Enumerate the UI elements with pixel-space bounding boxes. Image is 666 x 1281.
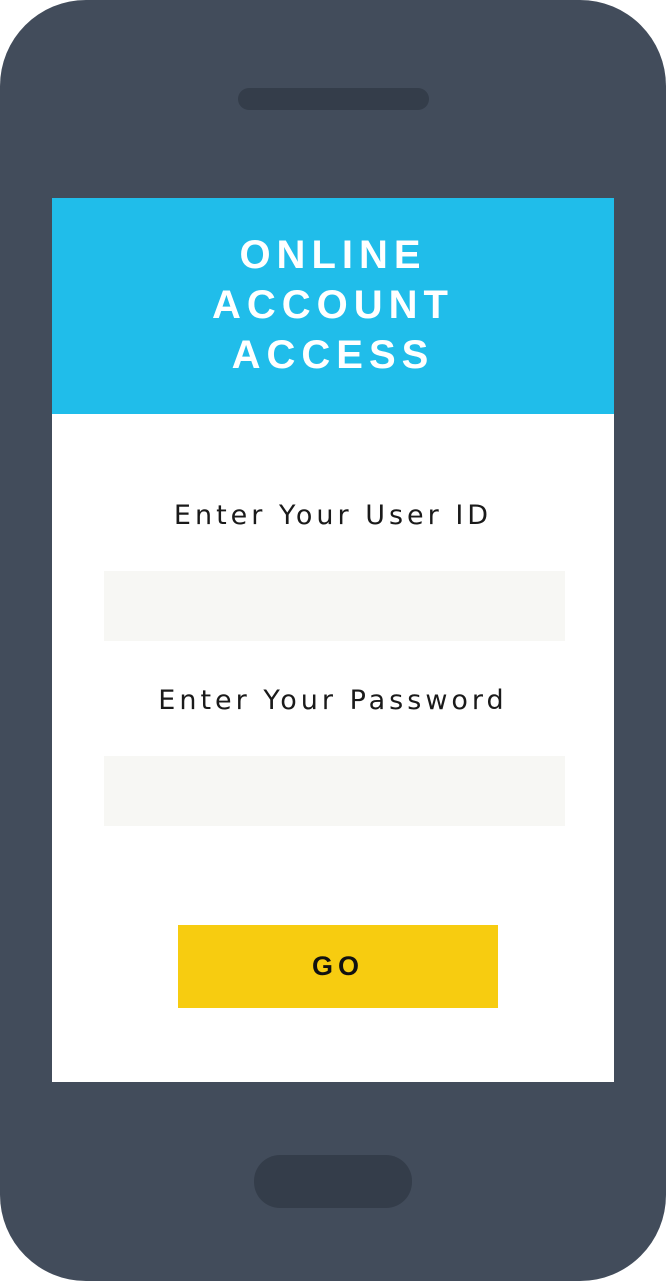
phone-screen: ONLINE ACCOUNT ACCESS Enter Your User ID… <box>52 198 614 1082</box>
home-button[interactable] <box>254 1155 412 1208</box>
title-line-1: ONLINE <box>239 233 427 277</box>
password-label: Enter Your Password <box>158 685 508 716</box>
go-button[interactable]: GO <box>178 925 498 1008</box>
password-field[interactable] <box>104 756 565 826</box>
phone-speaker <box>238 88 429 110</box>
title-line-3: ACCESS <box>231 333 435 377</box>
page-title: ONLINE ACCOUNT ACCESS <box>52 230 614 380</box>
title-line-2: ACCOUNT <box>212 283 454 327</box>
user-id-field[interactable] <box>104 571 565 641</box>
user-id-label: Enter Your User ID <box>173 500 493 531</box>
header-banner: ONLINE ACCOUNT ACCESS <box>52 198 614 414</box>
phone-frame: ONLINE ACCOUNT ACCESS Enter Your User ID… <box>0 0 666 1281</box>
